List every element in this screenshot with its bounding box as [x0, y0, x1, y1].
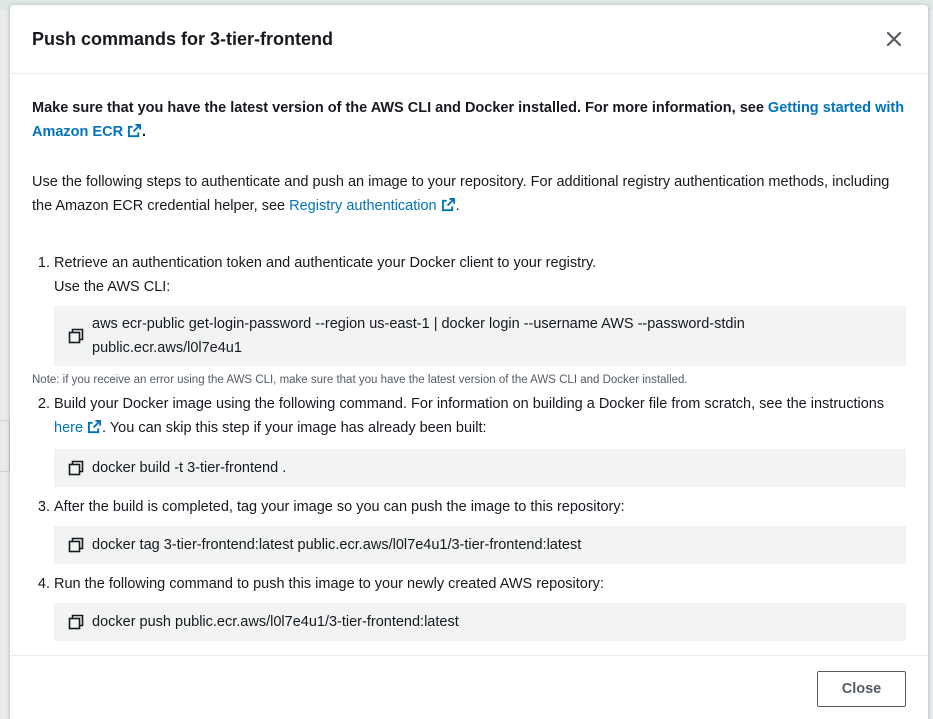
step-2-text-before: Build your Docker image using the follow…	[54, 396, 885, 412]
step-3-text: After the build is completed, tag your i…	[54, 499, 625, 515]
intro-end: .	[142, 124, 147, 140]
step-2-command: docker build -t 3-tier-frontend .	[92, 460, 287, 476]
step-2-text-after: . You can skip this step if your image h…	[102, 420, 487, 436]
step-3-command-box: docker tag 3-tier-frontend:latest public…	[54, 526, 906, 564]
external-link-icon	[441, 196, 456, 220]
copy-icon[interactable]	[68, 533, 86, 557]
steps-intro-text: Use the following steps to authenticate …	[32, 174, 890, 214]
backdrop-panel-edge	[0, 420, 10, 472]
step-1-command-box: aws ecr-public get-login-password --regi…	[54, 306, 906, 366]
push-commands-modal: Push commands for 3-tier-frontend Make s…	[10, 5, 928, 719]
external-link-icon	[127, 122, 142, 146]
copy-icon[interactable]	[68, 312, 86, 360]
copy-icon[interactable]	[68, 610, 86, 634]
modal-body: Make sure that you have the latest versi…	[10, 74, 928, 641]
close-button[interactable]: Close	[817, 671, 906, 707]
close-icon[interactable]	[880, 25, 908, 53]
intro-text: Make sure that you have the latest versi…	[32, 100, 768, 116]
step-4-text: Run the following command to push this i…	[54, 576, 604, 592]
steps-intro-end: .	[455, 198, 460, 214]
step-3: After the build is completed, tag your i…	[54, 495, 906, 572]
step-1-text: Retrieve an authentication token and aut…	[54, 255, 597, 271]
intro-paragraph: Make sure that you have the latest versi…	[32, 96, 906, 146]
modal-title: Push commands for 3-tier-frontend	[32, 28, 334, 49]
steps-intro-paragraph: Use the following steps to authenticate …	[32, 170, 906, 220]
step-1-sub-label: Use the AWS CLI:	[54, 279, 171, 295]
step-4: Run the following command to push this i…	[54, 572, 906, 641]
modal-footer: Close	[10, 655, 928, 719]
registry-authentication-link[interactable]: Registry authentication	[289, 197, 456, 214]
step-1: Retrieve an authentication token and aut…	[32, 251, 906, 388]
step-4-command-box: docker push public.ecr.aws/l0l7e4u1/3-ti…	[54, 603, 906, 641]
step-2-command-box: docker build -t 3-tier-frontend .	[54, 449, 906, 487]
step-1-command: aws ecr-public get-login-password --regi…	[92, 316, 745, 356]
instructions-here-link-label: here	[54, 420, 84, 436]
registry-authentication-link-label: Registry authentication	[289, 198, 437, 214]
instructions-here-link[interactable]: here	[54, 419, 102, 436]
copy-icon[interactable]	[68, 456, 86, 480]
step-3-command: docker tag 3-tier-frontend:latest public…	[92, 537, 582, 553]
steps-list: Retrieve an authentication token and aut…	[32, 251, 906, 641]
step-4-command: docker push public.ecr.aws/l0l7e4u1/3-ti…	[92, 614, 459, 630]
modal-header: Push commands for 3-tier-frontend	[10, 5, 928, 74]
step-2-text: Build your Docker image using the follow…	[54, 392, 906, 442]
step-1-note: Note: if you receive an error using the …	[32, 374, 688, 386]
external-link-icon	[87, 418, 102, 442]
step-2: Build your Docker image using the follow…	[54, 392, 906, 495]
